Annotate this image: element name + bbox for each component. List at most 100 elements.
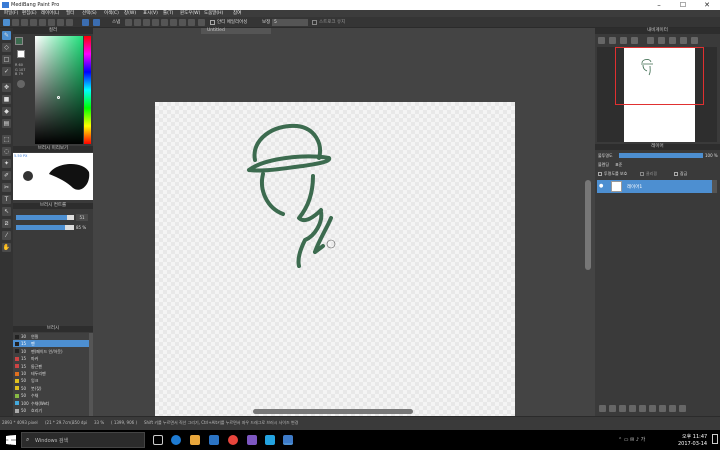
divide-icon[interactable]: ⧄ bbox=[2, 219, 11, 228]
new-file-icon[interactable] bbox=[3, 19, 10, 26]
snap-radial-icon[interactable] bbox=[161, 19, 168, 26]
menu-layer[interactable]: 레이어(L) bbox=[41, 10, 59, 17]
zoom-actual-icon[interactable] bbox=[631, 37, 638, 44]
file-explorer-icon[interactable] bbox=[190, 435, 200, 445]
new-halftone-layer-icon[interactable] bbox=[609, 405, 616, 412]
menu-help[interactable]: 도움말(H) bbox=[204, 10, 223, 17]
merge-down-icon[interactable] bbox=[649, 405, 656, 412]
layer-visibility-icon[interactable]: ● bbox=[599, 183, 603, 189]
menu-file[interactable]: 파일(F) bbox=[4, 10, 18, 17]
dot-tool-icon[interactable]: □ bbox=[2, 55, 11, 64]
snap-extra-icon[interactable] bbox=[198, 19, 205, 26]
document-tab[interactable]: Untitled bbox=[201, 28, 271, 34]
menu-select[interactable]: 선택(S) bbox=[82, 10, 97, 17]
brush-list-item[interactable]: 15 펜 bbox=[13, 340, 89, 348]
new-folder-icon[interactable] bbox=[629, 405, 636, 412]
brush-opacity-slider[interactable] bbox=[16, 225, 74, 230]
select-rect-icon[interactable]: ⬚ bbox=[2, 135, 11, 144]
lasso-icon[interactable]: ◌ bbox=[2, 147, 11, 156]
snap-cross-icon[interactable] bbox=[143, 19, 150, 26]
notification-icon[interactable] bbox=[712, 434, 718, 444]
blend-select[interactable]: 표준 bbox=[615, 162, 622, 168]
move-up-icon[interactable] bbox=[659, 405, 666, 412]
magic-wand-icon[interactable]: ✦ bbox=[2, 159, 11, 168]
stroke-checkbox[interactable] bbox=[312, 20, 317, 25]
flip-icon[interactable] bbox=[680, 37, 687, 44]
brush-list-item[interactable]: 10 펜(페이드 인/아웃) bbox=[13, 348, 89, 355]
medibang-taskbar-icon[interactable] bbox=[283, 435, 293, 445]
brush-tool-icon[interactable]: ✎ bbox=[2, 31, 11, 40]
minimize-button[interactable]: – bbox=[647, 0, 671, 10]
zoom-in-icon[interactable] bbox=[598, 37, 605, 44]
chrome-icon[interactable] bbox=[228, 435, 238, 445]
brush-size-value[interactable]: 51 bbox=[76, 214, 88, 221]
snap-vanishing-icon[interactable] bbox=[152, 19, 159, 26]
navigator-preview[interactable] bbox=[597, 47, 717, 142]
layer-opacity-slider[interactable] bbox=[619, 153, 703, 158]
hand-icon[interactable]: ✋ bbox=[2, 243, 11, 252]
brush-list-item[interactable]: 15 마커 bbox=[13, 355, 89, 362]
antialias-checkbox[interactable] bbox=[210, 20, 215, 25]
correction-select[interactable]: 5 bbox=[272, 19, 308, 26]
menu-windows[interactable]: 윈도우(W) bbox=[180, 10, 200, 17]
menu-edit[interactable]: 편집(E) bbox=[22, 10, 37, 17]
brush-list-item[interactable]: 30 연필 bbox=[13, 333, 89, 340]
clipping-checkbox[interactable] bbox=[640, 172, 644, 176]
menu-color[interactable]: 이색(C) bbox=[104, 10, 119, 17]
protect-alpha-checkbox[interactable] bbox=[598, 172, 602, 176]
layer-list-scrollbar[interactable] bbox=[712, 180, 717, 193]
foreground-color-swatch[interactable] bbox=[15, 37, 23, 45]
rotate-right-icon[interactable] bbox=[669, 37, 676, 44]
zoom-fit-icon[interactable] bbox=[620, 37, 627, 44]
select-eraser-icon[interactable]: ✂ bbox=[2, 183, 11, 192]
move-icon[interactable]: ✥ bbox=[2, 83, 11, 92]
open-icon[interactable] bbox=[30, 19, 37, 26]
fill-tool-icon[interactable] bbox=[57, 19, 64, 26]
taskbar-search-box[interactable]: ⌕ Windows 검색 bbox=[21, 432, 145, 448]
pen-tool-icon[interactable] bbox=[39, 19, 46, 26]
operation-icon[interactable]: ↖ bbox=[2, 207, 11, 216]
task-view-icon[interactable] bbox=[153, 435, 163, 445]
brush-size-slider[interactable] bbox=[16, 215, 74, 220]
eraser-icon[interactable]: ◇ bbox=[2, 43, 11, 52]
text-tool-icon[interactable]: T bbox=[2, 195, 11, 204]
delete-layer-icon[interactable] bbox=[679, 405, 686, 412]
close-window-button[interactable]: ✕ bbox=[695, 0, 719, 10]
lock-checkbox[interactable] bbox=[674, 172, 678, 176]
check-icon[interactable]: ✓ bbox=[2, 67, 11, 76]
new-layer-icon[interactable] bbox=[599, 405, 606, 412]
canvas-vertical-scrollbar[interactable] bbox=[585, 180, 591, 270]
snap-settings-icon[interactable] bbox=[188, 19, 195, 26]
layer-row[interactable]: ● 레이어1 bbox=[597, 180, 712, 193]
palette-icon[interactable] bbox=[17, 80, 25, 88]
undo-icon[interactable] bbox=[82, 19, 89, 26]
duplicate-layer-icon[interactable] bbox=[639, 405, 646, 412]
store-icon[interactable] bbox=[209, 435, 219, 445]
snap-parallel-icon[interactable] bbox=[134, 19, 141, 26]
cloud-icon[interactable] bbox=[12, 19, 19, 26]
navigator-settings-icon[interactable] bbox=[691, 37, 698, 44]
select-tool-icon[interactable] bbox=[66, 19, 73, 26]
new-8bit-layer-icon[interactable] bbox=[619, 405, 626, 412]
app-icon-purple[interactable] bbox=[247, 435, 257, 445]
snap-curve-icon[interactable] bbox=[179, 19, 186, 26]
brush-list-item[interactable]: 100 수채(Wet) bbox=[13, 400, 89, 407]
hue-slider[interactable] bbox=[84, 36, 91, 144]
select-pen-icon[interactable]: ✐ bbox=[2, 171, 11, 180]
brush-list-item[interactable]: 50 수채 bbox=[13, 392, 89, 399]
brush-list-item[interactable]: 50 잉크 bbox=[13, 377, 89, 384]
reset-rotation-icon[interactable] bbox=[658, 37, 665, 44]
brush-list-item[interactable]: 50 흐리기 bbox=[13, 407, 89, 414]
brush-list-item[interactable]: 50 붓(젖) bbox=[13, 385, 89, 392]
menu-participate[interactable]: 참여 bbox=[233, 10, 241, 17]
menu-filter[interactable]: 필터 bbox=[66, 10, 74, 17]
background-color-swatch[interactable] bbox=[17, 50, 25, 58]
gradient-icon[interactable]: ▤ bbox=[2, 119, 11, 128]
skype-icon[interactable] bbox=[265, 435, 275, 445]
tray-icons[interactable]: ⌃ ▭ ✉ ♪ 가 bbox=[618, 436, 645, 443]
menu-window[interactable]: 창(W) bbox=[124, 10, 136, 17]
menu-tool[interactable]: 툴(T) bbox=[163, 10, 173, 17]
brush-list-item[interactable]: 10 테두리펜 bbox=[13, 370, 89, 377]
eyedropper-icon[interactable]: ⁄ bbox=[2, 231, 11, 240]
edge-icon[interactable] bbox=[171, 435, 181, 445]
